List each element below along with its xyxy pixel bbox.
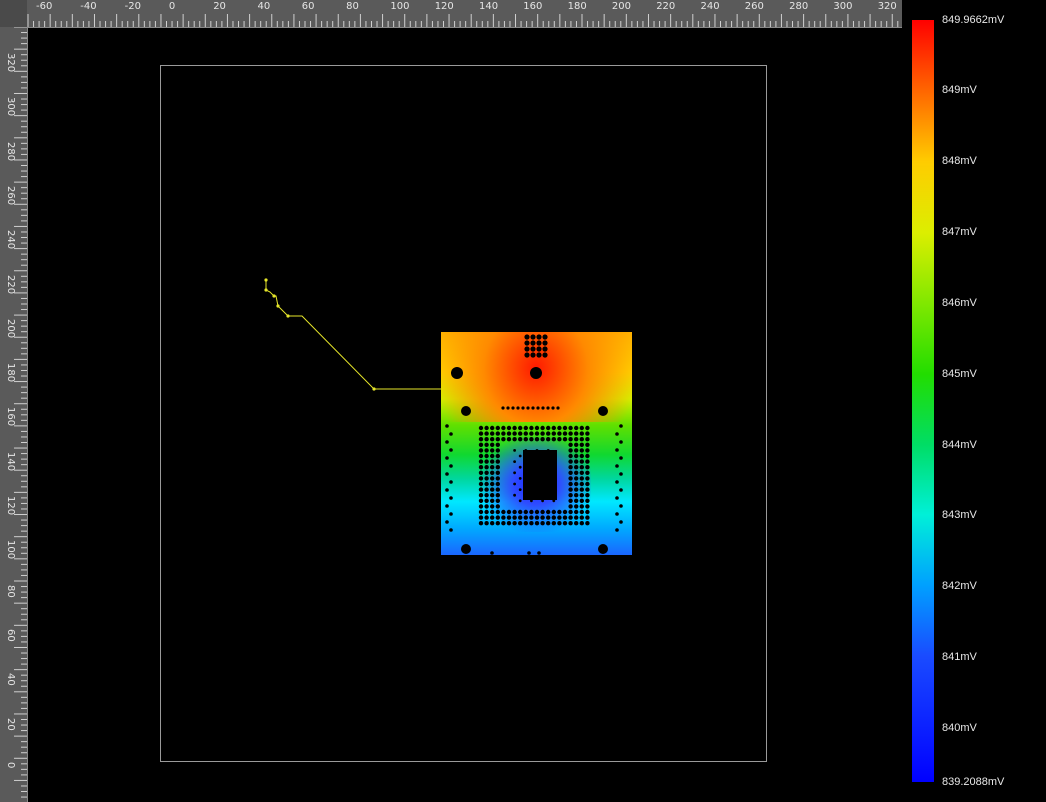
- ruler-left-label: 260: [5, 185, 16, 205]
- ruler-left-label: 0: [5, 761, 16, 769]
- ruler-top-label: 200: [611, 1, 631, 12]
- ruler-top-label: 240: [700, 1, 720, 12]
- ruler-top-label: 220: [656, 1, 676, 12]
- ruler-top-label: 160: [523, 1, 543, 12]
- colorbar-tick-label: 841mV: [942, 651, 977, 664]
- ruler-top-label: 180: [567, 1, 587, 12]
- ruler-left-label: 200: [5, 318, 16, 338]
- heatmap-holes: [445, 334, 623, 555]
- ruler-top-label: 0: [168, 1, 176, 12]
- colorbar-tick-label: 848mV: [942, 154, 977, 167]
- ruler-left-label: 140: [5, 451, 16, 471]
- ruler-top-label: 20: [213, 1, 226, 12]
- colorbar-tick-label: 844mV: [942, 438, 977, 451]
- ruler-left-label: 320: [5, 53, 16, 73]
- ruler-top-label: 260: [744, 1, 764, 12]
- ruler-top-label: -40: [80, 1, 97, 12]
- colorbar-tick-label: 845mV: [942, 367, 977, 380]
- ruler-top-label: 280: [789, 1, 809, 12]
- ruler-left-label: 80: [5, 584, 16, 598]
- ruler-top-label: 300: [833, 1, 853, 12]
- ruler-top-label: -60: [36, 1, 53, 12]
- colorbar-min-label: 839.2088mV: [942, 776, 1005, 788]
- ruler-left-label: 280: [5, 141, 16, 161]
- ruler-top-label: 60: [301, 1, 315, 12]
- colorbar-legend: 849.9662mV 849mV 848mV 847mV 846mV 845mV 844m…: [902, 0, 1046, 802]
- ruler-top-label: 40: [257, 1, 271, 12]
- colorbar-tick-label: 846mV: [942, 296, 977, 309]
- colorbar-tick-label: 849mV: [942, 84, 977, 96]
- colorbar-tick-label: 842mV: [942, 580, 977, 593]
- ruler-top-label: -20: [124, 1, 141, 12]
- voltage-heatmap[interactable]: [441, 332, 632, 555]
- ruler-top[interactable]: -60 -40 -20 0 20 40 60 80 100 120 140 160 180 200 220 2…: [0, 0, 902, 28]
- ruler-left-label: 160: [5, 407, 16, 427]
- ruler-left[interactable]: 320 300 280 260 240 220 200 180 160 140 120 100 80 60…: [0, 27, 28, 802]
- ruler-left-label: 180: [5, 363, 16, 383]
- colorbar-tick-label: 840mV: [942, 722, 977, 735]
- ruler-left-label: 60: [5, 628, 16, 642]
- colorbar-tick-label: 843mV: [942, 509, 977, 522]
- colorbar-gradient: [912, 20, 934, 782]
- ruler-top-label: 80: [346, 1, 359, 12]
- ir-drop-viewer: -60 -40 -20 0 20 40 60 80 100 120 140 160 180 200 220 2…: [0, 0, 1046, 802]
- ruler-left-label: 40: [5, 673, 16, 686]
- ruler-left-label: 300: [5, 97, 16, 117]
- ruler-top-label: 120: [434, 1, 454, 12]
- ruler-top-label: 140: [479, 1, 499, 12]
- ruler-top-label: 100: [390, 1, 410, 12]
- colorbar-max-label: 849.9662mV: [942, 14, 1005, 26]
- colorbar-tick-label: 847mV: [942, 225, 977, 238]
- ruler-left-label: 220: [5, 274, 16, 294]
- ruler-left-label: 120: [5, 496, 16, 516]
- ruler-top-label: 320: [877, 1, 897, 12]
- ruler-left-label: 240: [5, 230, 16, 250]
- ruler-left-label: 100: [5, 540, 16, 560]
- ruler-left-label: 20: [5, 717, 16, 731]
